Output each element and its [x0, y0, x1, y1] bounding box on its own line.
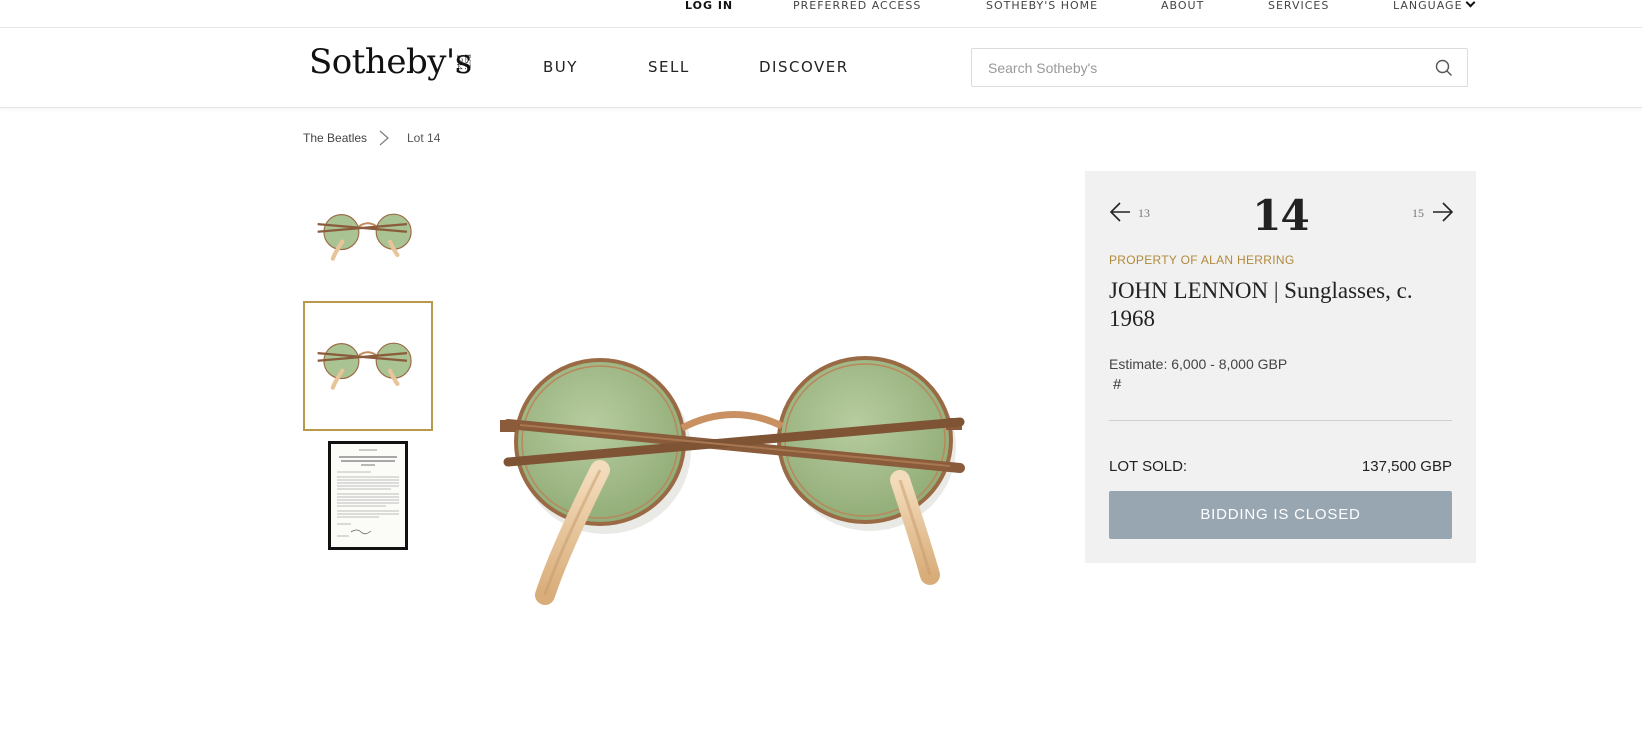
sunglasses-thumbnail-image — [317, 213, 412, 261]
divider — [1109, 420, 1452, 421]
preferred-access-link[interactable]: PREFERRED ACCESS — [793, 0, 921, 12]
lot-sold-label: LOT SOLD: — [1109, 458, 1188, 475]
nav-buy[interactable]: BUY — [543, 58, 578, 76]
services-link[interactable]: SERVICES — [1268, 0, 1329, 12]
sunglasses-thumbnail-image — [317, 342, 412, 390]
search-box — [971, 48, 1468, 87]
logo-established-mark: EST. 1744 — [455, 54, 472, 70]
main-header: Sotheby's EST. 1744 BUY SELL DISCOVER — [0, 28, 1642, 108]
language-dropdown[interactable]: LANGUAGE — [1393, 0, 1475, 12]
document-thumbnail-image — [331, 444, 405, 547]
bidding-closed-button[interactable]: BIDDING IS CLOSED — [1109, 491, 1452, 539]
sunglasses-image — [500, 356, 965, 605]
login-link[interactable]: LOG IN — [685, 0, 733, 12]
sothebys-logo[interactable]: Sotheby's — [309, 42, 472, 82]
hash-link[interactable]: # — [1113, 376, 1121, 393]
thumbnail-sunglasses-2-selected[interactable] — [303, 301, 433, 431]
thumbnail-letter-document[interactable] — [328, 441, 408, 550]
lot-title: JOHN LENNON | Sunglasses, c. 1968 — [1109, 278, 1413, 331]
breadcrumb-item-current: Lot 14 — [407, 131, 441, 145]
thumbnail-sunglasses-1[interactable] — [303, 170, 433, 298]
lot-info-panel: 13 14 15 PROPERTY OF ALAN HERRING JOHN L… — [1085, 171, 1476, 563]
main-lot-image[interactable] — [460, 350, 1030, 650]
search-icon[interactable] — [1435, 59, 1453, 77]
lot-sold-price: 137,500 GBP — [1361, 458, 1452, 475]
about-link[interactable]: ABOUT — [1161, 0, 1204, 12]
utility-bar: LOG IN PREFERRED ACCESS SOTHEBY'S HOME A… — [0, 0, 1642, 28]
search-input[interactable] — [988, 49, 1428, 86]
next-lot-number[interactable]: 15 — [1412, 206, 1424, 221]
chevron-down-icon — [1465, 0, 1475, 8]
chevron-right-icon — [379, 130, 389, 146]
lot-estimate: Estimate: 6,000 - 8,000 GBP — [1109, 356, 1288, 372]
nav-sell[interactable]: SELL — [648, 58, 690, 76]
arrow-right-icon[interactable] — [1432, 202, 1454, 222]
breadcrumb-item-the-beatles[interactable]: The Beatles — [303, 131, 367, 145]
language-label: LANGUAGE — [1393, 0, 1463, 12]
sothebys-home-link[interactable]: SOTHEBY'S HOME — [986, 0, 1098, 12]
provenance-label: PROPERTY OF ALAN HERRING — [1109, 253, 1295, 267]
nav-discover[interactable]: DISCOVER — [759, 58, 849, 76]
